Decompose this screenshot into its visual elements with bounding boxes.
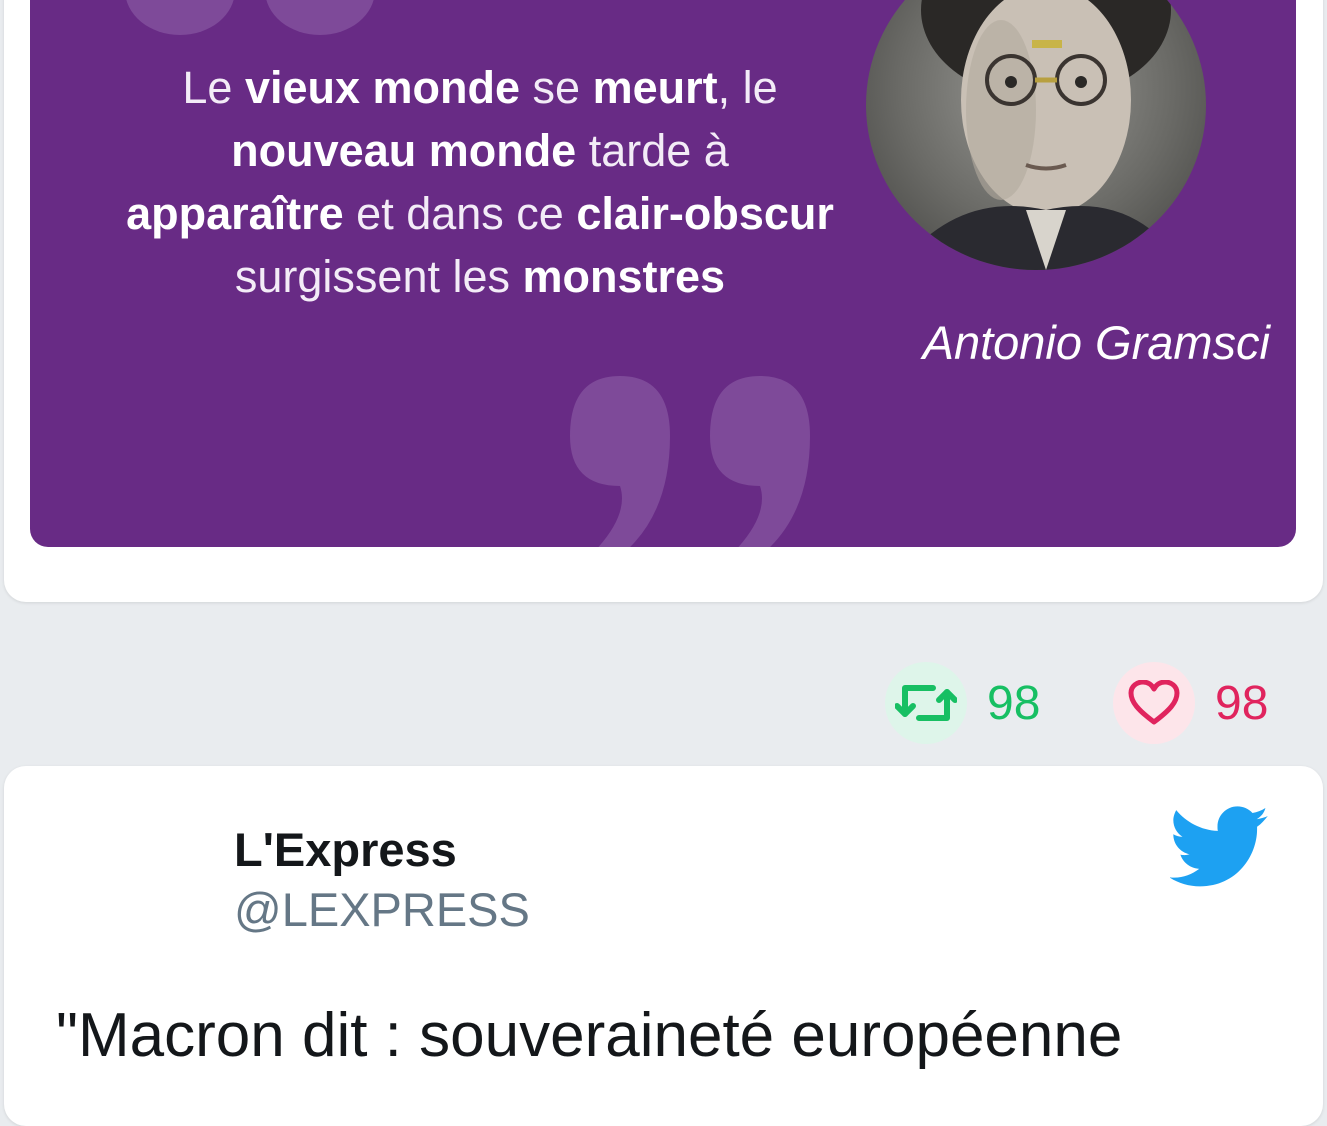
next-tweet-card bbox=[4, 766, 1323, 1126]
like-count: 98 bbox=[1215, 676, 1269, 730]
close-quote-decoration bbox=[570, 376, 810, 547]
open-quote-decoration bbox=[126, 0, 374, 35]
like-icon-circle[interactable] bbox=[1113, 662, 1195, 744]
author-name[interactable]: L'Express bbox=[234, 822, 457, 877]
quote-segment: monstres bbox=[522, 251, 726, 302]
retweet-button[interactable]: 98 bbox=[885, 662, 1040, 744]
quote-segment: clair-obscur bbox=[576, 188, 834, 239]
retweet-icon-circle[interactable] bbox=[885, 662, 967, 744]
quote-segment: tarde à bbox=[576, 125, 729, 176]
heart-icon bbox=[1128, 680, 1180, 725]
quote-text: Le vieux monde se meurt, le nouveau mond… bbox=[120, 56, 840, 308]
quote-segment: vieux monde bbox=[244, 62, 521, 113]
author-handle[interactable]: @LEXPRESS bbox=[234, 882, 530, 937]
tweet-text: "Macron dit : souveraineté européenne bbox=[56, 1001, 1123, 1070]
quote-segment: Le bbox=[182, 62, 245, 113]
quote-segment: nouveau monde bbox=[231, 125, 577, 176]
quote-image[interactable]: Le vieux monde se meurt, le nouveau mond… bbox=[30, 0, 1296, 547]
quote-segment: et dans ce bbox=[343, 188, 577, 239]
portrait-image bbox=[866, 0, 1206, 270]
quote-segment: apparaître bbox=[126, 188, 344, 239]
quote-author: Antonio Gramsci bbox=[922, 316, 1270, 369]
retweet-icon bbox=[895, 685, 957, 721]
like-button[interactable]: 98 bbox=[1113, 662, 1268, 744]
quote-segment: surgissent les bbox=[234, 251, 523, 302]
quote-segment: meurt bbox=[592, 62, 718, 113]
retweet-count: 98 bbox=[987, 676, 1041, 730]
quote-segment: , le bbox=[717, 62, 778, 113]
twitter-bird-icon[interactable] bbox=[1170, 806, 1270, 890]
quote-segment: se bbox=[520, 62, 593, 113]
